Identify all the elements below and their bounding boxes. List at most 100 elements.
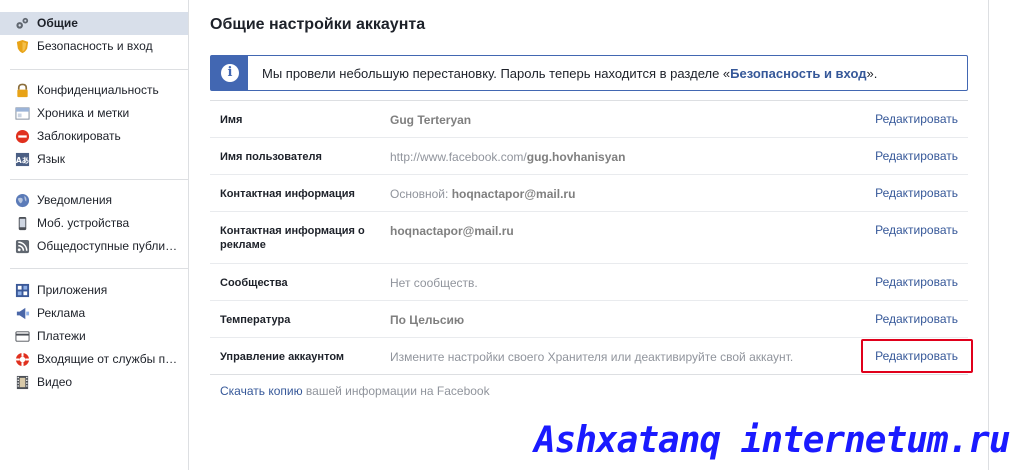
sidebar-item-label: Конфиденциальность [37,83,159,97]
sidebar-item-mobile[interactable]: Моб. устройства [0,212,188,235]
sidebar-item-block[interactable]: Заблокировать [0,125,188,148]
card-icon [15,331,30,342]
timeline-icon [15,107,30,120]
page-title: Общие настройки аккаунта [210,16,426,33]
edit-link[interactable]: Редактировать [875,112,958,126]
settings-row-temperature[interactable]: Температура По Цельсию Редактировать [210,301,968,338]
row-value: http://www.facebook.com/gug.hovhanisyan [390,150,625,164]
sidebar-item-payments[interactable]: Платежи [0,325,188,348]
settings-row-communities[interactable]: Сообщества Нет сообществ. Редактировать [210,264,968,301]
sidebar-item-privacy[interactable]: Конфиденциальность [0,79,188,102]
edit-link[interactable]: Редактировать [875,275,958,289]
sidebar-group-notifications: Уведомления Моб. устройства Общедоступны… [0,189,188,258]
film-icon [16,375,29,390]
gears-icon [16,17,29,29]
lifebuoy-icon [15,352,30,367]
sidebar-divider [10,69,188,70]
download-copy-link[interactable]: Скачать копию [220,384,303,398]
row-label: Сообщества [220,277,288,289]
edit-link[interactable]: Редактировать [875,149,958,163]
sidebar-item-label: Моб. устройства [37,216,130,230]
ads-icon [16,307,30,320]
sidebar-item-label: Реклама [37,306,86,320]
row-value: По Цельсию [390,313,464,327]
row-value: Измените настройки своего Хранителя или … [390,350,793,364]
sidebar-item-ads[interactable]: Реклама [0,302,188,325]
row-value-bold: gug.hovhanisyan [526,150,626,164]
sidebar-group-general: Общие Безопасность и вход [0,12,188,58]
sidebar-item-label: Язык [37,152,66,166]
row-label: Имя пользователя [220,151,322,163]
notice-text: Мы провели небольшую перестановку. Парол… [262,66,877,81]
sidebar-item-timeline[interactable]: Хроника и метки [0,102,188,125]
watermark: Ashxatanq internetum.ru [534,420,1010,461]
download-text: вашей информации на Facebook [302,384,490,398]
sidebar-item-language[interactable]: Aあ Язык [0,148,188,171]
settings-sidebar: Общие Безопасность и вход Конфиденциальн… [0,0,188,470]
info-icon: i [221,64,239,82]
row-label: Имя [220,114,243,126]
notice-text-before: Мы провели небольшую перестановку. Парол… [262,66,731,81]
sidebar-item-general[interactable]: Общие [0,12,188,35]
row-value-plain: Измените настройки своего Хранителя или … [390,350,794,364]
settings-table: Имя Gug Terteryan Редактировать Имя поль… [210,100,968,375]
row-value: Gug Terteryan [390,113,471,127]
row-label: Контактная информация о рекламе [220,225,365,251]
notice-icon-box: i [211,56,248,90]
row-label: Температура [220,314,291,326]
sidebar-item-label: Входящие от службы п… [37,352,178,366]
lock-icon [17,83,28,98]
notice-text-after: ». [866,66,878,81]
settings-row-contact[interactable]: Контактная информация Основной: hoqnacta… [210,175,968,212]
row-value-plain: Нет сообществ. [390,276,478,290]
sidebar-item-security[interactable]: Безопасность и вход [0,35,188,58]
sidebar-item-label: Хроника и метки [37,106,130,120]
row-label: Контактная информация [220,188,355,200]
sidebar-group-apps: Приложения Реклама Платежи Входящие от с… [0,279,188,394]
sidebar-item-support-inbox[interactable]: Входящие от службы п… [0,348,188,371]
block-icon [15,129,30,144]
row-value-plain: Основной: [390,187,452,201]
row-label: Управление аккаунтом [220,351,345,363]
edit-link[interactable]: Редактировать [875,223,958,237]
download-info: Скачать копию вашей информации на Facebo… [220,384,490,398]
sidebar-item-label: Безопасность и вход [37,39,153,53]
sidebar-item-public-posts[interactable]: Общедоступные публи… [0,235,188,258]
row-value: Нет сообществ. [390,276,478,290]
settings-row-ad-contact[interactable]: Контактная информация о рекламе hoqnacta… [210,212,968,264]
sidebar-divider [10,268,188,269]
sidebar-item-label: Уведомления [37,193,113,207]
mobile-icon [18,216,27,231]
row-value: hoqnactapor@mail.ru [390,224,514,238]
sidebar-item-label: Приложения [37,283,108,297]
sidebar-divider [10,179,188,180]
sidebar-item-label: Общие [37,16,78,30]
sidebar-item-label: Видео [37,375,73,389]
info-notice: i Мы провели небольшую перестановку. Пар… [210,55,968,91]
settings-row-username[interactable]: Имя пользователя http://www.facebook.com… [210,138,968,175]
row-value-bold: hoqnactapor@mail.ru [451,187,576,201]
language-icon: Aあ [16,152,29,167]
row-value-bold: По Цельсию [390,313,465,327]
red-highlight-box [861,339,973,373]
apps-icon [15,283,30,298]
row-value: Основной: hoqnactapor@mail.ru [390,187,575,201]
sidebar-group-privacy: Конфиденциальность Хроника и метки Забло… [0,79,188,171]
settings-row-name[interactable]: Имя Gug Terteryan Редактировать [210,101,968,138]
globe-icon [15,193,30,208]
sidebar-item-label: Платежи [37,329,86,343]
settings-row-account-management[interactable]: Управление аккаунтом Измените настройки … [210,338,968,375]
settings-main: Общие настройки аккаунта i Мы провели не… [188,0,989,470]
row-value-bold: Gug Terteryan [390,113,472,127]
notice-security-link[interactable]: Безопасность и вход [730,66,866,81]
sidebar-item-label: Заблокировать [37,129,121,143]
sidebar-item-label: Общедоступные публи… [37,239,178,253]
row-value-plain: http://www.facebook.com/ [390,150,527,164]
shield-icon [16,39,29,54]
edit-link[interactable]: Редактировать [875,186,958,200]
sidebar-item-apps[interactable]: Приложения [0,279,188,302]
svg-text:Aあ: Aあ [16,156,29,165]
edit-link[interactable]: Редактировать [875,312,958,326]
sidebar-item-notifications[interactable]: Уведомления [0,189,188,212]
sidebar-item-video[interactable]: Видео [0,371,188,394]
